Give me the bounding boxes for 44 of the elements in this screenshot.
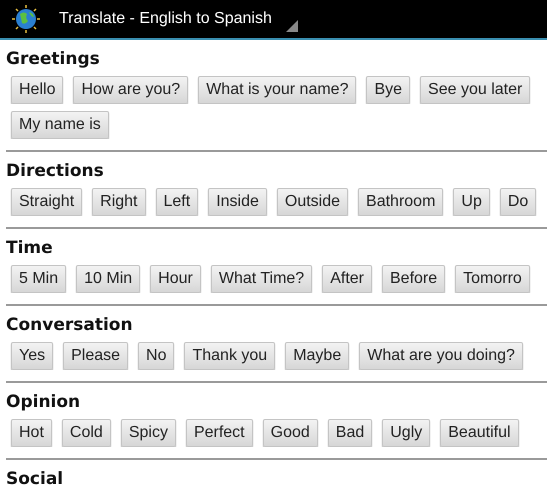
phrase-button[interactable]: Inside <box>208 188 267 216</box>
phrase-button[interactable]: My name is <box>11 111 109 139</box>
phrase-button[interactable]: Hot <box>11 419 52 447</box>
phrase-button[interactable]: Bad <box>328 419 372 447</box>
phrase-button[interactable]: Do <box>500 188 536 216</box>
phrase-button[interactable]: Straight <box>11 188 82 216</box>
phrase-button[interactable]: Good <box>262 419 318 447</box>
phrase-button[interactable]: Right <box>92 188 146 216</box>
phrase-button[interactable]: After <box>322 265 372 293</box>
phrase-button[interactable]: What is your name? <box>198 76 356 104</box>
phrase-button[interactable]: Thank you <box>184 342 276 370</box>
phrase-button[interactable]: Up <box>453 188 490 216</box>
section-heading: Opinion <box>6 392 82 412</box>
section-heading: Time <box>6 238 54 258</box>
phrase-button[interactable]: Outside <box>276 188 348 216</box>
phrase-button[interactable]: Left <box>156 188 198 216</box>
phrase-button[interactable]: Ugly <box>382 419 430 447</box>
section-heading: Directions <box>6 161 105 181</box>
phrase-button[interactable]: 10 Min <box>76 265 140 293</box>
phrase-button[interactable]: Hour <box>150 265 201 293</box>
window-title: Translate - English to Spanish <box>59 10 272 28</box>
globe-icon <box>11 4 41 34</box>
phrase-button[interactable]: How are you? <box>73 76 188 104</box>
phrase-button[interactable]: Maybe <box>285 342 350 370</box>
phrase-button[interactable]: Tomorro <box>455 265 530 293</box>
phrase-button[interactable]: Cold <box>62 419 111 447</box>
phrase-button[interactable]: Before <box>382 265 446 293</box>
phrase-button[interactable]: Beautiful <box>440 419 519 447</box>
section-heading: Greetings <box>6 49 101 69</box>
phrase-button[interactable]: Spicy <box>120 419 176 447</box>
phrase-button[interactable]: See you later <box>420 76 530 104</box>
phrase-button[interactable]: Perfect <box>186 419 253 447</box>
phrase-button[interactable]: What are you doing? <box>359 342 523 370</box>
phrase-button[interactable]: 5 Min <box>11 265 66 293</box>
dropdown-corner-icon[interactable] <box>286 20 298 32</box>
phrase-button[interactable]: What Time? <box>210 265 312 293</box>
phrase-button[interactable]: Please <box>63 342 128 370</box>
phrase-button[interactable]: Hello <box>11 76 64 104</box>
section-heading: Social <box>6 469 64 489</box>
phrase-button[interactable]: Bathroom <box>358 188 444 216</box>
phrase-button[interactable]: No <box>138 342 174 370</box>
phrase-button[interactable]: Bye <box>366 76 410 104</box>
phrase-button[interactable]: Yes <box>11 342 54 370</box>
section-heading: Conversation <box>6 315 134 335</box>
